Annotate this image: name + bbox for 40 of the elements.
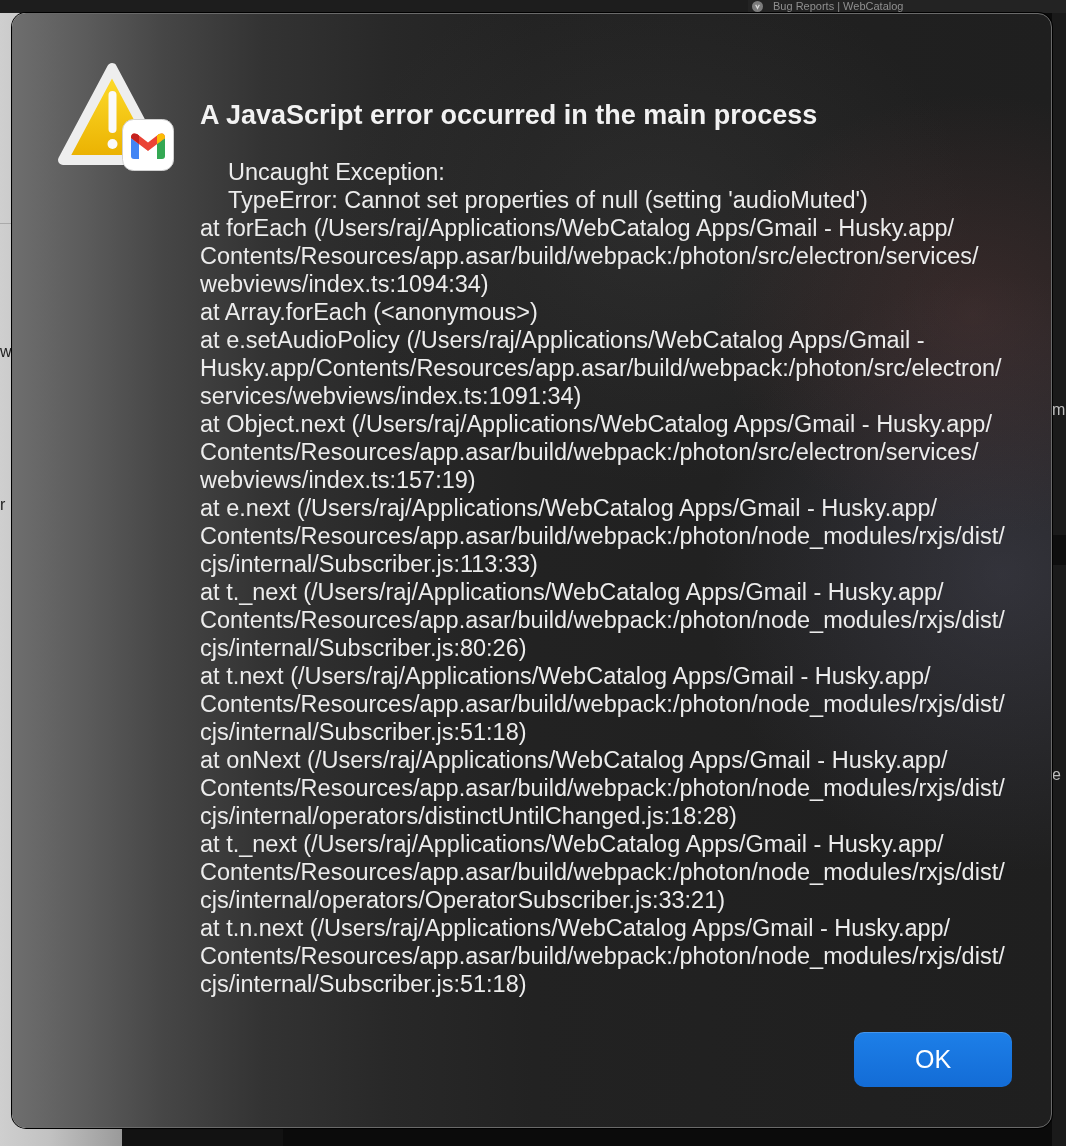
stack-trace-line: Contents/Resources/app.asar/build/webpack:/photon/src/electron/services/	[200, 242, 979, 270]
dialog-title: A JavaScript error occurred in the main process	[200, 100, 818, 130]
background-text: w	[0, 342, 12, 362]
stack-trace-line: Contents/Resources/app.asar/build/webpack:/photon/node_modules/rxjs/dist/	[200, 690, 1005, 718]
browser-tab[interactable]: Bug Reports | WebCatalog	[748, 0, 1066, 13]
stack-trace-line: at onNext (/Users/raj/Applications/WebCatalog Apps/Gmail - Husky.app/	[200, 746, 948, 774]
stack-trace-line: Contents/Resources/app.asar/build/webpack:/photon/src/electron/services/	[200, 438, 979, 466]
stack-trace-line: at t.n.next (/Users/raj/Applications/WebCatalog Apps/Gmail - Husky.app/	[200, 914, 951, 942]
stack-trace-line: cjs/internal/Subscriber.js:51:18)	[200, 718, 527, 746]
stack-trace-line: Contents/Resources/app.asar/build/webpack:/photon/node_modules/rxjs/dist/	[200, 606, 1005, 634]
background-text: r	[0, 495, 6, 515]
tab-title: Bug Reports | WebCatalog	[773, 0, 904, 13]
stack-trace-line: cjs/internal/Subscriber.js:51:18)	[200, 970, 527, 998]
stack-trace-line: at forEach (/Users/raj/Applications/WebCatalog Apps/Gmail - Husky.app/	[200, 214, 955, 242]
stack-trace-line: cjs/internal/operators/OperatorSubscriber.js:33:21)	[200, 886, 726, 914]
stack-trace-line: at t.next (/Users/raj/Applications/WebCatalog Apps/Gmail - Husky.app/	[200, 662, 931, 690]
stack-trace-line: cjs/internal/Subscriber.js:80:26)	[200, 634, 527, 662]
stack-trace-line: services/webviews/index.ts:1091:34)	[200, 382, 582, 410]
ok-button[interactable]: OK	[854, 1032, 1012, 1087]
stack-trace-line: at e.next (/Users/raj/Applications/WebCatalog Apps/Gmail - Husky.app/	[200, 494, 938, 522]
stack-trace-line: webviews/index.ts:157:19)	[200, 466, 476, 494]
error-message: TypeError: Cannot set properties of null (setting 'audioMuted')	[228, 186, 868, 214]
stack-trace-line: webviews/index.ts:1094:34)	[200, 270, 489, 298]
stack-trace-line: Contents/Resources/app.asar/build/webpack:/photon/node_modules/rxjs/dist/	[200, 942, 1005, 970]
stack-trace-line: Contents/Resources/app.asar/build/webpack:/photon/node_modules/rxjs/dist/	[200, 522, 1005, 550]
app-badge-icon	[122, 119, 174, 171]
stack-trace-line: Contents/Resources/app.asar/build/webpack:/photon/node_modules/rxjs/dist/	[200, 774, 1005, 802]
background-text: e	[1052, 765, 1061, 785]
stack-trace-line: at Object.next (/Users/raj/Applications/WebCatalog Apps/Gmail - Husky.app/	[200, 410, 992, 438]
stack-trace-line: Contents/Resources/app.asar/build/webpack:/photon/node_modules/rxjs/dist/	[200, 858, 1005, 886]
stack-trace-line: Husky.app/Contents/Resources/app.asar/build/webpack:/photon/src/electron/	[200, 354, 1002, 382]
background-text: m	[1052, 400, 1066, 420]
round-logo-icon	[752, 1, 763, 12]
stack-trace-line: at Array.forEach (<anonymous>)	[200, 298, 538, 326]
stack-trace-line: at t._next (/Users/raj/Applications/WebCatalog Apps/Gmail - Husky.app/	[200, 830, 944, 858]
stack-trace-line: cjs/internal/operators/distinctUntilChanged.js:18:28)	[200, 802, 737, 830]
stack-trace-line: at e.setAudioPolicy (/Users/raj/Applications/WebCatalog Apps/Gmail -	[200, 326, 925, 354]
stack-trace-line: cjs/internal/Subscriber.js:113:33)	[200, 550, 538, 578]
exception-label: Uncaught Exception:	[228, 158, 445, 186]
stack-trace-line: at t._next (/Users/raj/Applications/WebCatalog Apps/Gmail - Husky.app/	[200, 578, 944, 606]
